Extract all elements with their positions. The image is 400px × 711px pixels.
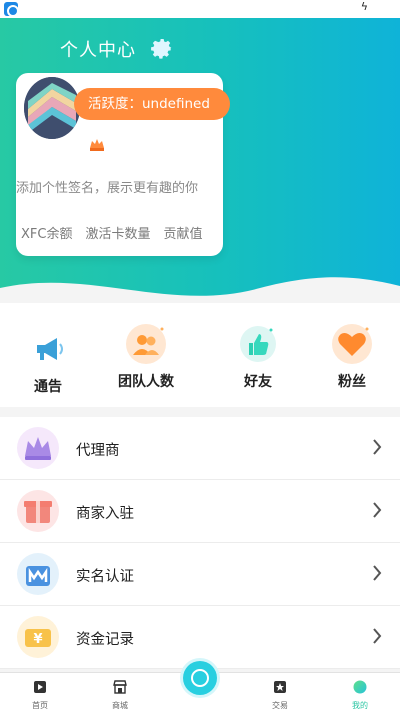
tab-mine[interactable]: 我的 xyxy=(340,679,380,711)
svg-text:¥: ¥ xyxy=(33,632,42,647)
quick-action-team[interactable]: 团队人数 xyxy=(108,323,184,391)
chevron-right-icon xyxy=(373,502,382,518)
tab-label: 商城 xyxy=(112,701,128,710)
menu-item-verification[interactable]: 实名认证 xyxy=(0,543,400,606)
store-icon xyxy=(113,680,127,694)
header-wave xyxy=(0,277,400,303)
app-root: ϟ 个人中心 活跃度：undefined 添加个性签名，展示更有趣的你 XFC余… xyxy=(0,0,400,711)
stat-contribution[interactable]: 贡献值 xyxy=(163,223,202,242)
profile-stats: XFC余额 激活卡数量 贡献值 xyxy=(21,223,203,242)
signature-text[interactable]: 添加个性签名，展示更有趣的你 xyxy=(16,177,198,196)
center-action-button[interactable] xyxy=(183,661,217,695)
menu-item-merchant[interactable]: 商家入驻 xyxy=(0,480,400,543)
stat-activation-cards[interactable]: 激活卡数量 xyxy=(85,223,150,242)
chevron-right-icon xyxy=(373,439,382,455)
profile-orb-icon xyxy=(353,680,367,694)
tab-label: 首页 xyxy=(32,701,48,710)
quick-action-label: 通告 xyxy=(34,379,62,395)
tab-trade[interactable]: 交易 xyxy=(260,679,300,711)
quick-action-notice[interactable]: 通告 xyxy=(26,328,70,396)
quick-action-label: 粉丝 xyxy=(338,374,366,390)
id-card-icon xyxy=(16,552,60,596)
chevron-right-icon xyxy=(373,565,382,581)
crown-icon xyxy=(16,426,60,470)
tab-label: 交易 xyxy=(272,701,288,710)
tab-home[interactable]: 首页 xyxy=(20,679,60,711)
level-crown-icon xyxy=(90,139,104,151)
status-bar: ϟ xyxy=(0,0,400,18)
menu-list: 代理商 商家入驻 实名认证 ¥ 资金记录 xyxy=(0,417,400,669)
quick-action-label: 团队人数 xyxy=(118,374,174,390)
megaphone-icon xyxy=(27,328,69,370)
heart-icon xyxy=(331,323,373,365)
stat-xfc-balance[interactable]: XFC余额 xyxy=(21,223,72,242)
menu-item-label: 代理商 xyxy=(76,443,120,459)
yuan-coin-icon: ¥ xyxy=(16,615,60,659)
menu-item-label: 资金记录 xyxy=(76,632,134,648)
menu-item-fund-records[interactable]: ¥ 资金记录 xyxy=(0,606,400,669)
menu-item-agent[interactable]: 代理商 xyxy=(0,417,400,480)
menu-item-label: 实名认证 xyxy=(76,569,134,585)
quick-action-label: 好友 xyxy=(244,374,272,390)
flash-icon: ϟ xyxy=(360,0,368,13)
quick-action-friends[interactable]: 好友 xyxy=(236,323,280,391)
menu-item-label: 商家入驻 xyxy=(76,506,134,522)
team-icon xyxy=(125,323,167,365)
quick-actions: 通告 团队人数 好友 粉丝 xyxy=(0,303,400,407)
gear-icon[interactable] xyxy=(147,32,175,60)
quick-action-fans[interactable]: 粉丝 xyxy=(330,323,374,391)
chevron-right-icon xyxy=(373,628,382,644)
activity-badge: 活跃度：undefined xyxy=(74,88,230,120)
avatar[interactable] xyxy=(24,77,80,139)
tab-label: 我的 xyxy=(352,701,368,710)
star-square-icon xyxy=(274,681,286,693)
page-title: 个人中心 xyxy=(60,40,136,61)
tab-mall[interactable]: 商城 xyxy=(100,679,140,711)
play-square-icon xyxy=(34,681,46,693)
app-icon xyxy=(4,2,19,17)
thumbs-up-icon xyxy=(237,323,279,365)
gift-box-icon xyxy=(16,489,60,533)
